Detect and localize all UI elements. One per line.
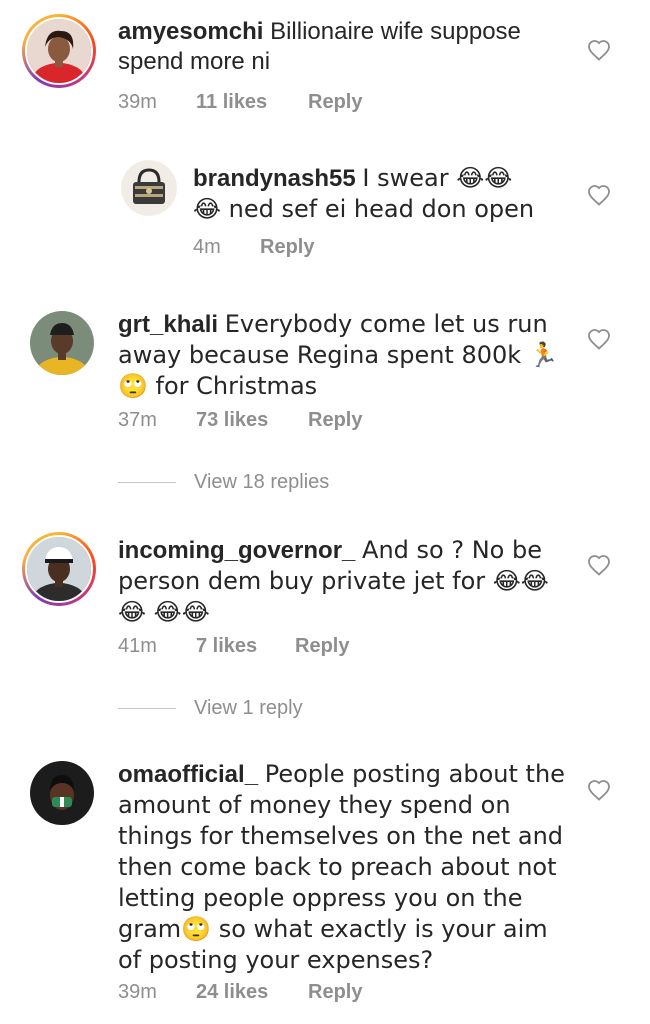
likes-count[interactable]: 73 likes <box>196 408 308 432</box>
username[interactable]: omaofficial_ <box>118 761 258 788</box>
avatar[interactable] <box>121 160 177 216</box>
reply-button[interactable]: Reply <box>308 408 362 432</box>
comment-text: incoming_governor_ And so ? No be person… <box>118 535 568 628</box>
username[interactable]: incoming_governor_ <box>118 537 355 564</box>
reply-button[interactable]: Reply <box>260 235 314 259</box>
heart-outline-icon[interactable] <box>587 779 611 801</box>
heart-outline-icon[interactable] <box>587 554 611 576</box>
view-replies-button[interactable]: View 18 replies <box>118 470 329 494</box>
avatar[interactable] <box>22 14 96 88</box>
reply-button[interactable]: Reply <box>308 980 362 1004</box>
username[interactable]: amyesomchi <box>118 18 263 45</box>
heart-outline-icon[interactable] <box>587 184 611 206</box>
comment-text: amyesomchi Billionaire wife suppose spen… <box>118 17 558 77</box>
avatar[interactable] <box>22 532 96 606</box>
avatar[interactable] <box>30 761 94 825</box>
divider-line <box>118 482 176 484</box>
timestamp: 37m <box>118 409 157 431</box>
comment-meta: 39m 11 likes Reply <box>118 90 362 114</box>
comment-meta: 39m 24 likes Reply <box>118 980 362 1004</box>
comment-body: People posting about the amount of money… <box>118 760 565 974</box>
heart-outline-icon[interactable] <box>587 328 611 350</box>
comment-text: omaofficial_ People posting about the am… <box>118 759 573 976</box>
likes-count[interactable]: 7 likes <box>196 634 295 658</box>
view-replies-label: View 18 replies <box>194 471 330 493</box>
timestamp: 39m <box>118 91 157 113</box>
view-replies-button[interactable]: View 1 reply <box>118 696 303 720</box>
comment-text: brandynash55 I swear 😂😂😂 ned sef ei head… <box>193 163 538 225</box>
username[interactable]: brandynash55 <box>193 165 356 192</box>
comment-meta: 4m Reply <box>193 235 314 259</box>
heart-outline-icon[interactable] <box>587 39 611 61</box>
timestamp: 4m <box>193 236 221 258</box>
username[interactable]: grt_khali <box>118 311 218 338</box>
reply-button[interactable]: Reply <box>295 634 349 658</box>
avatar[interactable] <box>30 311 94 375</box>
comment-text: grt_khali Everybody come let us run away… <box>118 309 568 402</box>
timestamp: 39m <box>118 981 157 1003</box>
likes-count[interactable]: 11 likes <box>196 90 308 114</box>
comment-meta: 37m 73 likes Reply <box>118 408 362 432</box>
view-replies-label: View 1 reply <box>194 697 303 719</box>
reply-button[interactable]: Reply <box>308 90 362 114</box>
likes-count[interactable]: 24 likes <box>196 980 308 1004</box>
divider-line <box>118 708 176 710</box>
timestamp: 41m <box>118 635 157 657</box>
comment-meta: 41m 7 likes Reply <box>118 634 349 658</box>
